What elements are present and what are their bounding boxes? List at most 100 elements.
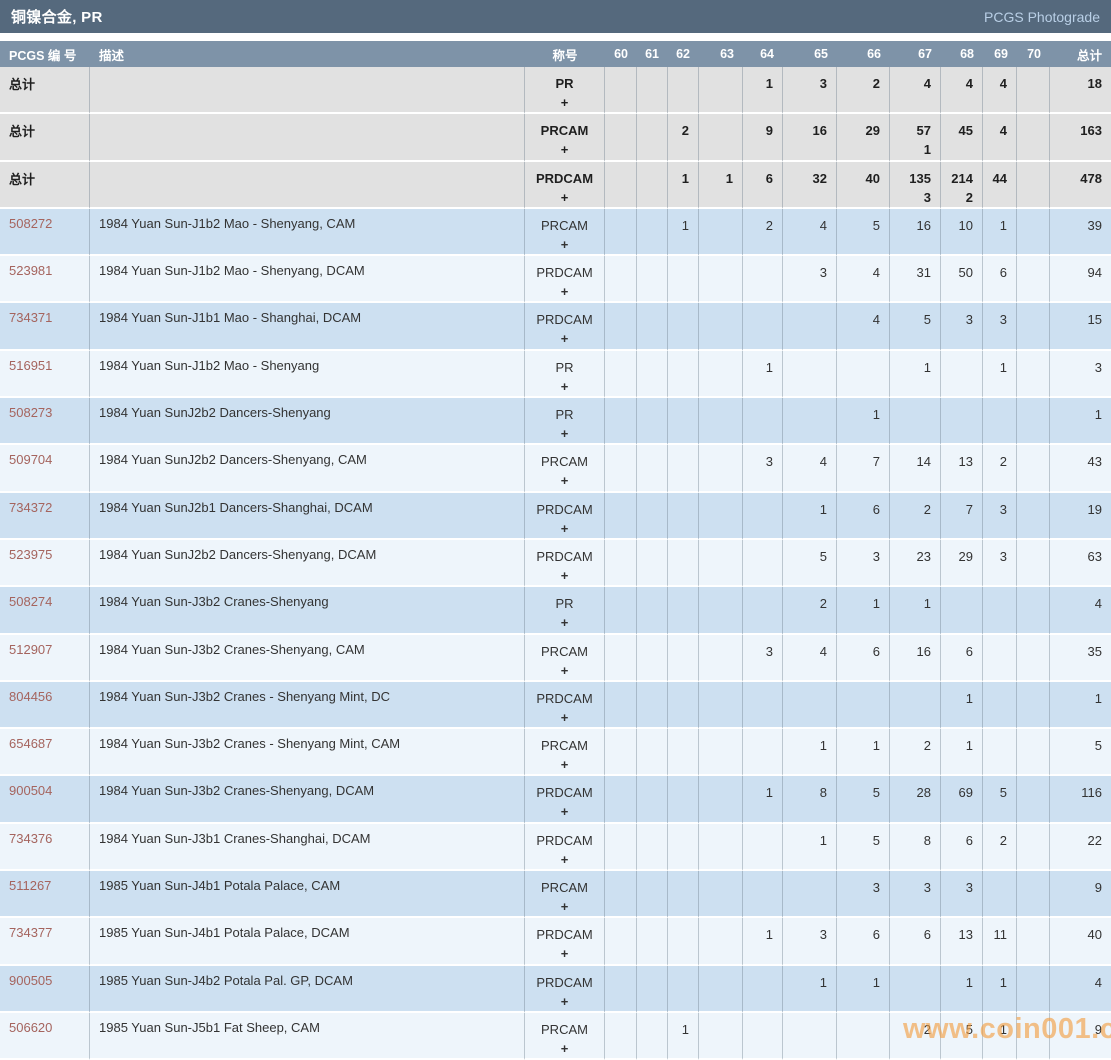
grade-62-cell [668, 635, 699, 682]
grade-62-cell [668, 824, 699, 871]
header-grade-62: 62 [668, 41, 699, 67]
pcgs-number-link[interactable]: 508272 [9, 216, 52, 231]
grade-62-cell: 1 [668, 162, 699, 209]
grade-67-cell [890, 398, 941, 445]
pcgs-number-link[interactable]: 511267 [9, 878, 51, 893]
pcgs-number-cell: 734377 [0, 918, 90, 965]
grade-65-cell: 2 [783, 587, 837, 634]
grade-66-cell: 5 [837, 776, 890, 823]
pcgs-number-link[interactable]: 734376 [9, 831, 52, 846]
description-cell: 1984 Yuan Sun-J3b2 Cranes-Shenyang [90, 587, 525, 634]
grade-67-cell: 2 [890, 493, 941, 540]
description-cell: 1984 Yuan SunJ2b1 Dancers-Shanghai, DCAM [90, 493, 525, 540]
grade-69-cell [983, 398, 1017, 445]
grade-60-cell [605, 303, 637, 350]
population-table: PCGS 编 号 描述 称号 60 61 62 63 64 65 66 67 6… [0, 41, 1111, 1060]
grade-70-cell [1017, 776, 1050, 823]
table-header-row: PCGS 编 号 描述 称号 60 61 62 63 64 65 66 67 6… [0, 41, 1111, 67]
total-cell: 9 [1050, 871, 1111, 918]
grade-66-cell: 6 [837, 918, 890, 965]
table-row: 5082731984 Yuan SunJ2b2 Dancers-Shenyang… [0, 398, 1111, 445]
header-grade-69: 69 [983, 41, 1017, 67]
header-grade-64: 64 [743, 41, 783, 67]
grade-67-cell: 2 [890, 1013, 941, 1060]
total-cell: 163 [1050, 114, 1111, 161]
pcgs-number-link[interactable]: 734372 [9, 500, 52, 515]
description-cell [90, 162, 525, 209]
pcgs-number-link[interactable]: 516951 [9, 358, 52, 373]
pcgs-number-cell: 734372 [0, 493, 90, 540]
grade-60-cell [605, 162, 637, 209]
grade-69-cell: 2 [983, 445, 1017, 492]
grade-64-cell [743, 871, 783, 918]
grade-67-cell: 1 [890, 587, 941, 634]
grade-64-cell [743, 303, 783, 350]
grade-66-cell: 7 [837, 445, 890, 492]
grade-63-cell: 1 [699, 162, 743, 209]
pcgs-number-link[interactable]: 512907 [9, 642, 52, 657]
designation-cell: PR+ [525, 351, 605, 398]
grade-69-cell: 3 [983, 493, 1017, 540]
pcgs-number-link[interactable]: 804456 [9, 689, 52, 704]
grade-70-cell [1017, 918, 1050, 965]
grade-61-cell [637, 351, 668, 398]
grade-63-cell [699, 966, 743, 1013]
grade-63-cell [699, 209, 743, 256]
grade-62-cell [668, 729, 699, 776]
grade-63-cell [699, 729, 743, 776]
grade-61-cell [637, 871, 668, 918]
designation-cell: PRCAM+ [525, 1013, 605, 1060]
pcgs-number-cell: 516951 [0, 351, 90, 398]
grade-64-cell [743, 1013, 783, 1060]
grade-60-cell [605, 918, 637, 965]
pcgs-number-cell: 734371 [0, 303, 90, 350]
grade-68-cell [941, 587, 983, 634]
grade-60-cell [605, 635, 637, 682]
pcgs-number-link[interactable]: 508273 [9, 405, 52, 420]
table-row: 9005041984 Yuan Sun-J3b2 Cranes-Shenyang… [0, 776, 1111, 823]
pcgs-number-cell: 804456 [0, 682, 90, 729]
grade-68-cell: 4 [941, 67, 983, 114]
description-cell: 1985 Yuan Sun-J4b1 Potala Palace, CAM [90, 871, 525, 918]
grade-63-cell [699, 256, 743, 303]
grade-63-cell [699, 493, 743, 540]
grade-60-cell [605, 776, 637, 823]
header-pcgs-number: PCGS 编 号 [0, 41, 90, 67]
pcgs-number-link[interactable]: 734377 [9, 925, 52, 940]
grade-68-cell: 10 [941, 209, 983, 256]
grade-68-cell: 69 [941, 776, 983, 823]
pcgs-number-link[interactable]: 506620 [9, 1020, 52, 1035]
pcgs-number-link[interactable]: 523975 [9, 547, 52, 562]
grade-62-cell [668, 587, 699, 634]
grade-61-cell [637, 445, 668, 492]
grade-64-cell: 2 [743, 209, 783, 256]
pcgs-number-link[interactable]: 734371 [9, 310, 52, 325]
grade-65-cell [783, 398, 837, 445]
pcgs-number-link[interactable]: 523981 [9, 263, 52, 278]
grade-61-cell [637, 493, 668, 540]
description-cell: 1985 Yuan Sun-J4b2 Potala Pal. GP, DCAM [90, 966, 525, 1013]
header-designation: 称号 [525, 41, 605, 67]
photograde-link[interactable]: PCGS Photograde [984, 9, 1100, 25]
grade-65-cell [783, 871, 837, 918]
grade-64-cell [743, 587, 783, 634]
pcgs-number-link[interactable]: 900505 [9, 973, 52, 988]
grade-67-cell: 6 [890, 918, 941, 965]
pcgs-number-link[interactable]: 900504 [9, 783, 52, 798]
grade-61-cell [637, 824, 668, 871]
grade-63-cell [699, 635, 743, 682]
total-cell: 15 [1050, 303, 1111, 350]
grade-64-cell [743, 493, 783, 540]
grade-68-cell: 1 [941, 966, 983, 1013]
grade-68-cell [941, 351, 983, 398]
pcgs-number-link[interactable]: 509704 [9, 452, 52, 467]
grade-63-cell [699, 1013, 743, 1060]
pcgs-number-link[interactable]: 654687 [9, 736, 52, 751]
grade-67-cell: 14 [890, 445, 941, 492]
grade-62-cell [668, 303, 699, 350]
designation-cell: PRCAM+ [525, 114, 605, 161]
grade-63-cell [699, 587, 743, 634]
pcgs-number-link[interactable]: 508274 [9, 594, 52, 609]
grade-66-cell: 29 [837, 114, 890, 161]
grade-64-cell [743, 824, 783, 871]
